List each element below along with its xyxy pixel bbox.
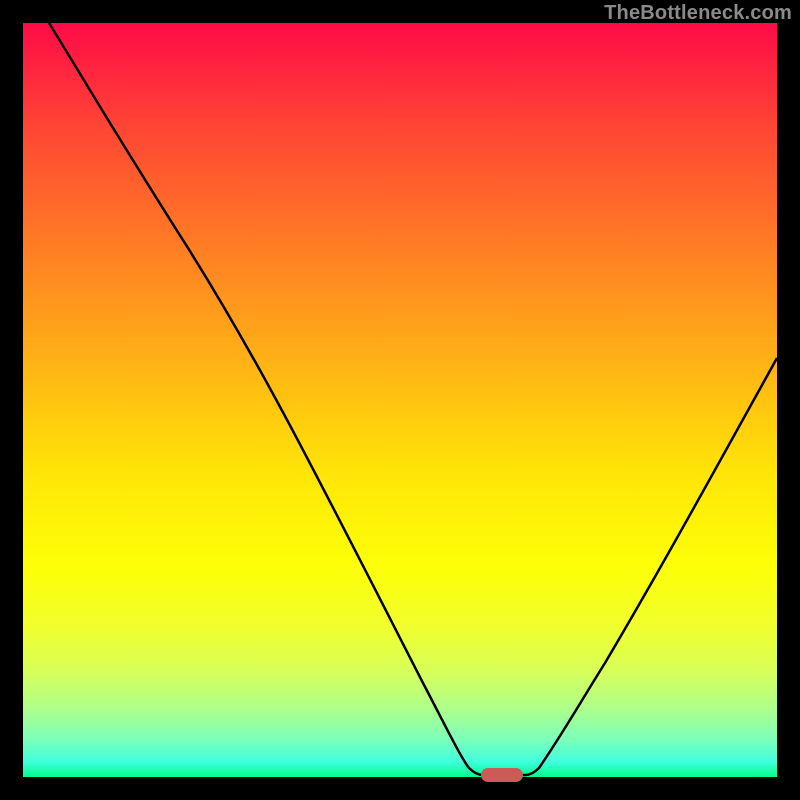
watermark-text: TheBottleneck.com [604, 2, 792, 25]
plot-area [23, 23, 777, 777]
bottleneck-curve [23, 23, 777, 777]
chart-frame: { "watermark": "TheBottleneck.com", "cha… [0, 0, 800, 800]
optimal-marker [481, 768, 523, 782]
curve-path [49, 23, 777, 775]
